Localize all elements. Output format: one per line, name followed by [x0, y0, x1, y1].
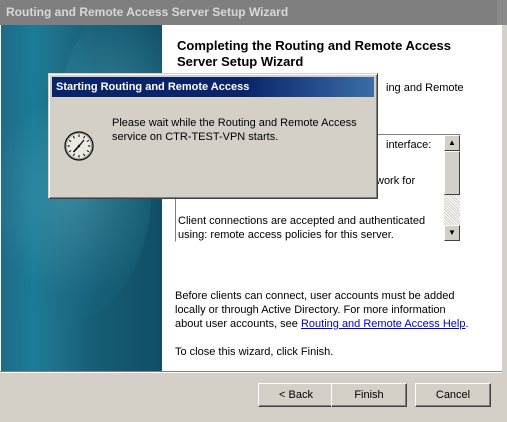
dialog-title-bar: Starting Routing and Remote Access	[52, 77, 374, 97]
summary-line: interface:	[386, 139, 432, 151]
wizard-window: Routing and Remote Access Server Setup W…	[0, 0, 507, 422]
summary-line: Client connections are accepted and auth…	[178, 215, 426, 227]
scroll-down-button[interactable]: ▼	[444, 225, 460, 241]
page-title: Completing the Routing and Remote Access…	[177, 38, 451, 69]
finish-button[interactable]: Finish	[331, 383, 407, 407]
summary-line: using: remote access policies for this s…	[178, 229, 394, 241]
dialog-message: Please wait while the Routing and Remote…	[112, 117, 357, 143]
back-button[interactable]: < Back	[258, 383, 334, 407]
accounts-info-end: .	[465, 318, 469, 330]
window-edge	[502, 25, 507, 422]
wizard-title-bar: Routing and Remote Access Server Setup W…	[0, 0, 507, 25]
cancel-button[interactable]: Cancel	[415, 383, 491, 407]
intro-text: ing and Remote	[386, 81, 486, 95]
scroll-up-button[interactable]: ▲	[444, 135, 460, 151]
accounts-info-text: Before clients can connect, user account…	[175, 289, 475, 331]
title-bar-edge	[497, 0, 507, 25]
intro-text-visible: ing and Remote	[386, 82, 464, 94]
summary-line: work for	[376, 175, 416, 187]
button-bar-separator	[0, 371, 502, 373]
clock-icon	[63, 130, 95, 162]
scroll-thumb[interactable]	[444, 151, 460, 195]
summary-scrollbar[interactable]: ▲ ▼	[444, 135, 460, 241]
close-instructions: To close this wizard, click Finish.	[175, 346, 334, 358]
starting-service-dialog: Starting Routing and Remote Access Pleas…	[48, 73, 378, 199]
help-link[interactable]: Routing and Remote Access Help	[301, 318, 465, 330]
